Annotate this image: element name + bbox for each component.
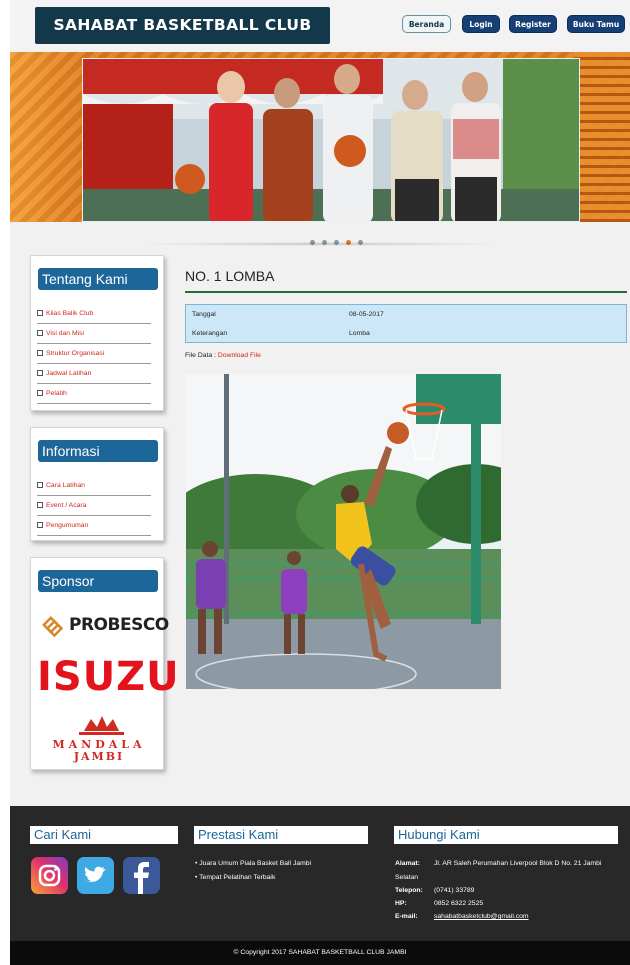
telepon-value: (0741) 33789 bbox=[434, 887, 475, 894]
alamat-value-cont: Selatan bbox=[395, 874, 419, 881]
slider-dots bbox=[310, 230, 370, 245]
edit-icon bbox=[37, 310, 43, 316]
sidebar-tentang-kami: Tentang Kami Kilas Balik Club Visi dan M… bbox=[30, 255, 164, 411]
footer-title-cari-kami: Cari Kami bbox=[30, 826, 178, 844]
edit-icon bbox=[37, 502, 43, 508]
sidebar-title: Sponsor bbox=[38, 570, 158, 592]
alamat-label: Alamat: bbox=[395, 860, 420, 867]
info-key: Tanggal bbox=[192, 311, 216, 318]
sidebar-item-struktur[interactable]: Struktur Organisasi bbox=[37, 344, 151, 364]
facebook-icon[interactable] bbox=[123, 857, 160, 894]
banner-photo-graphic bbox=[83, 59, 579, 221]
sponsor-logo-mandala[interactable]: MANDALA JAMBI bbox=[39, 711, 159, 763]
edit-icon bbox=[37, 370, 43, 376]
footer-title-hubungi: Hubungi Kami bbox=[394, 826, 618, 844]
sidebar-item-event[interactable]: Event / Acara bbox=[37, 496, 151, 516]
info-table: Tanggal 08-05-2017 Keterangan Lomba bbox=[185, 304, 627, 343]
nav-beranda-button[interactable]: Beranda bbox=[402, 15, 451, 33]
hp-label: HP: bbox=[395, 900, 407, 907]
email-label: E-mail: bbox=[395, 913, 418, 920]
event-photo bbox=[186, 374, 501, 689]
table-row: Keterangan Lomba bbox=[186, 324, 626, 343]
sidebar-item-kilas-balik[interactable]: Kilas Balik Club bbox=[37, 304, 151, 324]
sponsor-logo-probesco[interactable]: PROBESCO bbox=[39, 614, 169, 640]
instagram-icon[interactable] bbox=[31, 857, 68, 894]
banner-slider[interactable] bbox=[10, 52, 630, 222]
edit-icon bbox=[37, 330, 43, 336]
alamat-value: Jl. AR Saleh Perumahan Liverpool Blok D … bbox=[434, 860, 602, 867]
nav-login-button[interactable]: Login bbox=[462, 15, 500, 33]
edit-icon bbox=[37, 522, 43, 528]
site-logo[interactable]: SAHABAT BASKETBALL CLUB JAMBI bbox=[35, 7, 330, 71]
page: SAHABAT BASKETBALL CLUB JAMBI Beranda Lo… bbox=[10, 0, 630, 965]
sidebar-item-pengumuman[interactable]: Pengumuman bbox=[37, 516, 151, 536]
hp-value: 0852 6322 2525 bbox=[434, 900, 484, 907]
nav-buku-tamu-button[interactable]: Buku Tamu bbox=[567, 15, 625, 33]
file-data-label: File Data : bbox=[185, 352, 218, 359]
sidebar-informasi: Informasi Cara Latihan Event / Acara Pen… bbox=[30, 427, 164, 541]
title-divider bbox=[185, 291, 627, 293]
prestasi-item: • Tempat Pelatihan Terbaik bbox=[195, 874, 276, 881]
event-photo-graphic bbox=[186, 374, 501, 689]
sidebar-title: Tentang Kami bbox=[38, 268, 158, 290]
header: SAHABAT BASKETBALL CLUB JAMBI Beranda Lo… bbox=[10, 0, 630, 71]
download-file-link[interactable]: Download File bbox=[218, 352, 261, 359]
sidebar-item-visi-misi[interactable]: Visi dan Misi bbox=[37, 324, 151, 344]
edit-icon bbox=[37, 482, 43, 488]
file-data: File Data : Download File bbox=[185, 352, 261, 359]
prestasi-item: • Juara Umum Piala Basket Ball Jambi bbox=[195, 860, 312, 867]
sidebar-item-jadwal[interactable]: Jadwal Latihan bbox=[37, 364, 151, 384]
sidebar-item-pelatih[interactable]: Pelatih bbox=[37, 384, 151, 404]
mandala-emblem-icon bbox=[79, 716, 124, 735]
nav-register-button[interactable]: Register bbox=[509, 15, 557, 33]
banner-photo bbox=[82, 58, 580, 222]
sidebar-sponsor: Sponsor PROBESCO ISUZU MANDALA JAMBI bbox=[30, 557, 179, 770]
page-title: NO. 1 LOMBA bbox=[185, 268, 275, 284]
twitter-icon[interactable] bbox=[77, 857, 114, 894]
sponsor-logo-isuzu[interactable]: ISUZU bbox=[37, 655, 179, 699]
sidebar-item-cara-latihan[interactable]: Cara Latihan bbox=[37, 476, 151, 496]
edit-icon bbox=[37, 390, 43, 396]
sidebar-title: Informasi bbox=[38, 440, 158, 462]
footer-title-prestasi: Prestasi Kami bbox=[194, 826, 368, 844]
info-key: Keterangan bbox=[192, 330, 228, 337]
copyright: © Copyright 2017 SAHABAT BASKETBALL CLUB… bbox=[10, 941, 630, 965]
edit-icon bbox=[37, 350, 43, 356]
info-value: Lomba bbox=[349, 330, 370, 337]
info-value: 08-05-2017 bbox=[349, 311, 384, 318]
table-row: Tanggal 08-05-2017 bbox=[186, 305, 626, 324]
telepon-label: Telepon: bbox=[395, 887, 423, 894]
email-link[interactable]: sahabatbasketclub@gmail.com bbox=[434, 913, 529, 920]
banner-pattern bbox=[575, 52, 630, 222]
